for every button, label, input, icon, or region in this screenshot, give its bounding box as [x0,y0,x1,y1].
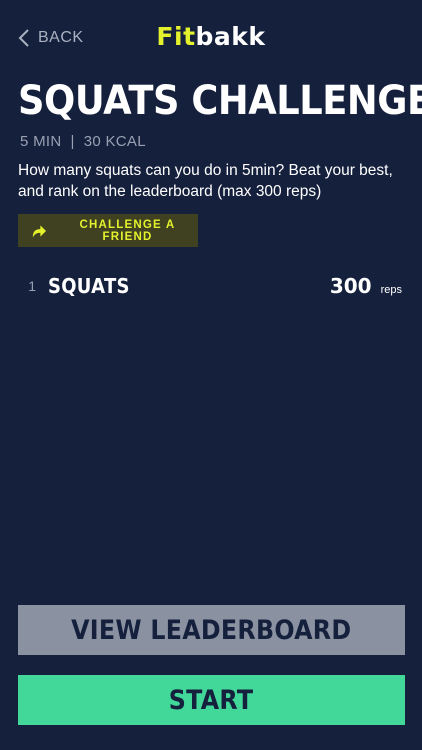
challenge-friend-button[interactable]: CHALLENGE A FRIEND [18,214,198,247]
page-title: SQUATS CHALLENGE [18,78,422,124]
calories-text: 30 KCAL [83,133,146,150]
start-label: START [169,684,254,716]
reps-unit: reps [380,284,402,296]
top-bar: BACK Fitbakk [0,0,422,76]
app-logo: Fitbakk [0,22,422,51]
start-button[interactable]: START [18,675,405,725]
logo-bakk: bakk [195,22,266,51]
exercise-index: 1 [28,278,36,294]
challenge-meta: 5 MIN | 30 KCAL [20,133,146,150]
view-leaderboard-button[interactable]: VIEW LEADERBOARD [18,605,405,655]
duration-text: 5 MIN [20,133,62,150]
challenge-friend-label: CHALLENGE A FRIEND [79,218,176,243]
logo-fit: Fit [156,22,196,51]
challenge-description: How many squats can you do in 5min? Beat… [18,162,393,200]
leaderboard-label: VIEW LEADERBOARD [71,614,352,646]
reps-count: 300 [329,274,372,298]
exercise-reps: 300 reps [330,274,402,298]
exercise-name: SQUATS [48,274,130,298]
list-item[interactable]: 1 SQUATS 300 reps [18,268,402,304]
meta-separator: | [70,133,75,150]
share-arrow-icon [32,224,47,238]
